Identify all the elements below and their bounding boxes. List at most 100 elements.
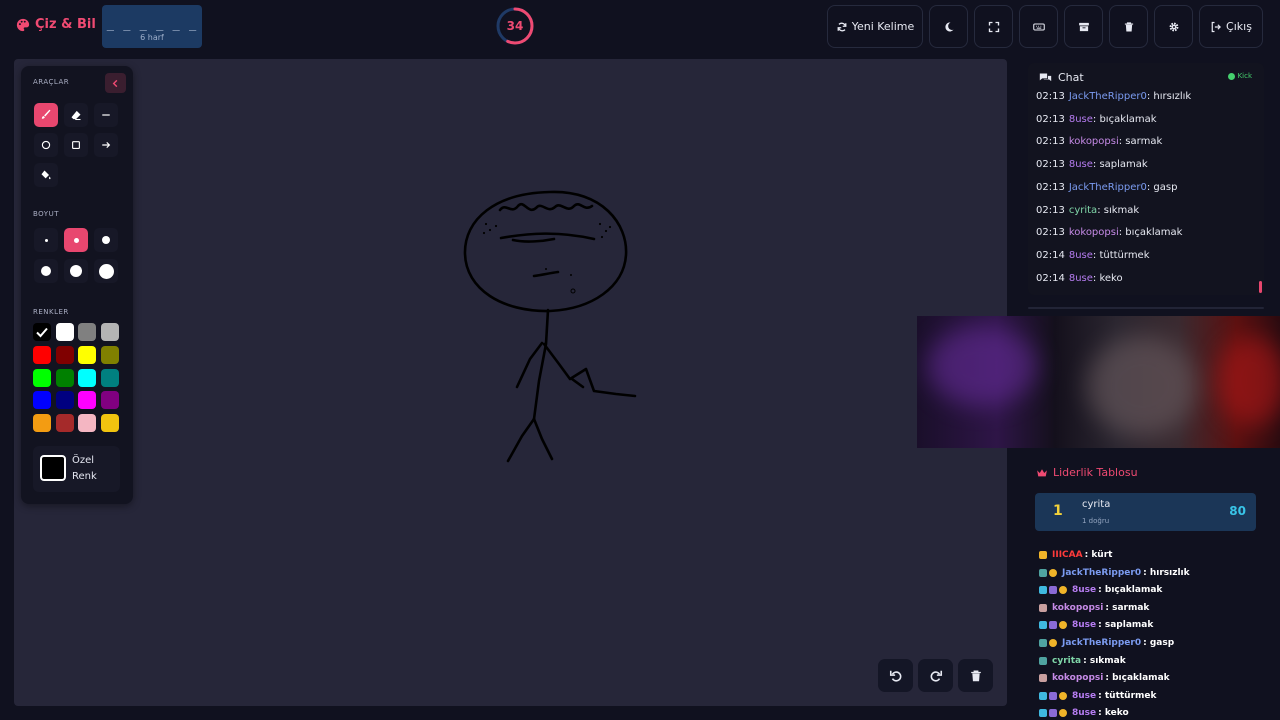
line-tool[interactable] [94,103,118,127]
color-swatch[interactable] [55,323,74,341]
user-badge-icon [1039,656,1047,665]
feed-user[interactable]: kokopopsi [1052,603,1103,613]
brush-tool[interactable] [34,103,58,127]
user-badge-icon [1059,586,1067,595]
undo-button[interactable] [878,659,913,692]
message-user[interactable]: 8use [1069,114,1093,125]
comments-icon [1039,73,1052,82]
collapse-panel-button[interactable] [105,73,126,93]
message-text: : sıkmak [1097,204,1140,216]
message-user[interactable]: cyrita [1069,205,1097,216]
color-swatch[interactable] [33,345,51,364]
canvas-clear-button[interactable] [958,659,993,692]
size-title: BOYUT [33,210,59,218]
color-swatch[interactable] [100,414,119,433]
message-text: : saplamak [1092,159,1148,171]
archive-button[interactable] [1064,5,1103,48]
keyboard-button[interactable] [1019,5,1058,48]
user-badge-icon [1059,621,1067,630]
message-user[interactable]: 8use [1069,273,1093,284]
message-user[interactable]: kokopopsi [1069,227,1119,238]
color-swatch[interactable] [55,391,74,410]
arrow-tool[interactable] [94,133,118,157]
rectangle-tool[interactable] [64,133,88,157]
keyboard-icon [1032,22,1045,31]
message-text: : bıçaklamak [1118,227,1183,239]
new-word-button[interactable]: Yeni Kelime [827,5,923,48]
user-badge-icon [1049,709,1057,718]
fullscreen-button[interactable] [974,5,1013,48]
size-option-1[interactable] [34,228,58,252]
theme-toggle-button[interactable] [929,5,968,48]
circle-tool[interactable] [34,133,58,157]
color-swatch[interactable] [55,345,74,364]
tool-panel: ARAÇLAR BOYUT RENKLER Özel Renk [21,66,133,504]
feed-user[interactable]: 8use [1072,708,1096,718]
chat-scrollbar[interactable] [1259,281,1262,293]
eraser-tool[interactable] [64,103,88,127]
chat-message: 02:13 8use: bıçaklamak [1036,114,1157,125]
chat-header: Chat [1039,71,1084,84]
color-swatch[interactable] [33,391,51,410]
top-bar: Çiz & Bil _ _ _ _ _ _ 6 harf 34 Yeni Kel… [0,0,1280,54]
feed-user[interactable]: kokopopsi [1052,673,1103,683]
user-badge-icon [1039,551,1047,559]
fill-tool[interactable] [34,163,58,187]
feed-user[interactable]: cyrita [1052,656,1081,666]
color-swatch[interactable] [78,414,96,433]
user-badge-icon [1039,691,1047,700]
color-swatch[interactable] [33,323,51,341]
drawing-canvas[interactable] [14,59,1007,706]
feed-text: : sıkmak [1083,655,1126,666]
stick-figure-drawing [463,190,637,463]
settings-button[interactable] [1154,5,1193,48]
size-option-6[interactable] [94,259,118,283]
leaderboard-title: Liderlik Tablosu [1053,466,1138,479]
webcam-overlay [917,316,1280,448]
color-swatch[interactable] [78,368,96,387]
size-option-4[interactable] [34,259,58,283]
user-badge-icon [1059,709,1067,718]
eraser-icon [71,110,81,121]
color-swatch[interactable] [33,414,51,433]
color-swatch[interactable] [78,345,96,364]
color-swatch[interactable] [55,368,74,387]
color-swatch[interactable] [33,368,51,387]
size-option-2[interactable] [64,228,88,252]
feed-message: cyrita : sıkmak [1039,656,1126,666]
size-option-3[interactable] [94,228,118,252]
message-user[interactable]: 8use [1069,250,1093,261]
expand-icon [988,21,999,32]
message-user[interactable]: kokopopsi [1069,136,1119,147]
feed-user[interactable]: JackTheRipper0 [1062,568,1141,578]
feed-user[interactable]: 8use [1072,620,1096,630]
tools-title: ARAÇLAR [33,78,70,86]
clear-button[interactable] [1109,5,1148,48]
color-swatch[interactable] [78,323,96,341]
color-swatch[interactable] [78,391,96,410]
message-user[interactable]: JackTheRipper0 [1069,91,1147,102]
color-swatch[interactable] [100,345,119,364]
app-logo: Çiz & Bil [16,17,96,32]
message-user[interactable]: JackTheRipper0 [1069,182,1147,193]
chat-title: Chat [1058,71,1084,84]
redo-button[interactable] [918,659,953,692]
feed-user[interactable]: JackTheRipper0 [1062,638,1141,648]
color-swatch[interactable] [100,368,119,387]
color-swatch[interactable] [100,391,119,410]
exit-button[interactable]: Çıkış [1199,5,1263,48]
feed-user[interactable]: IIICAA [1052,550,1083,560]
color-swatch[interactable] [55,414,74,433]
feed-message: kokopopsi : bıçaklamak [1039,673,1170,683]
size-option-5[interactable] [64,259,88,283]
leaderboard-name: cyrita [1082,499,1111,510]
custom-color-button[interactable]: Özel Renk [33,446,120,492]
message-user[interactable]: 8use [1069,159,1093,170]
word-blanks: _ _ _ _ _ _ [106,17,198,31]
user-badge-icon [1049,639,1057,647]
feed-user[interactable]: 8use [1072,585,1096,595]
feed-user[interactable]: 8use [1072,691,1096,701]
color-swatch[interactable] [100,323,119,341]
circle-icon [41,140,51,150]
feed-message: 8use : tüttürmek [1039,691,1157,701]
